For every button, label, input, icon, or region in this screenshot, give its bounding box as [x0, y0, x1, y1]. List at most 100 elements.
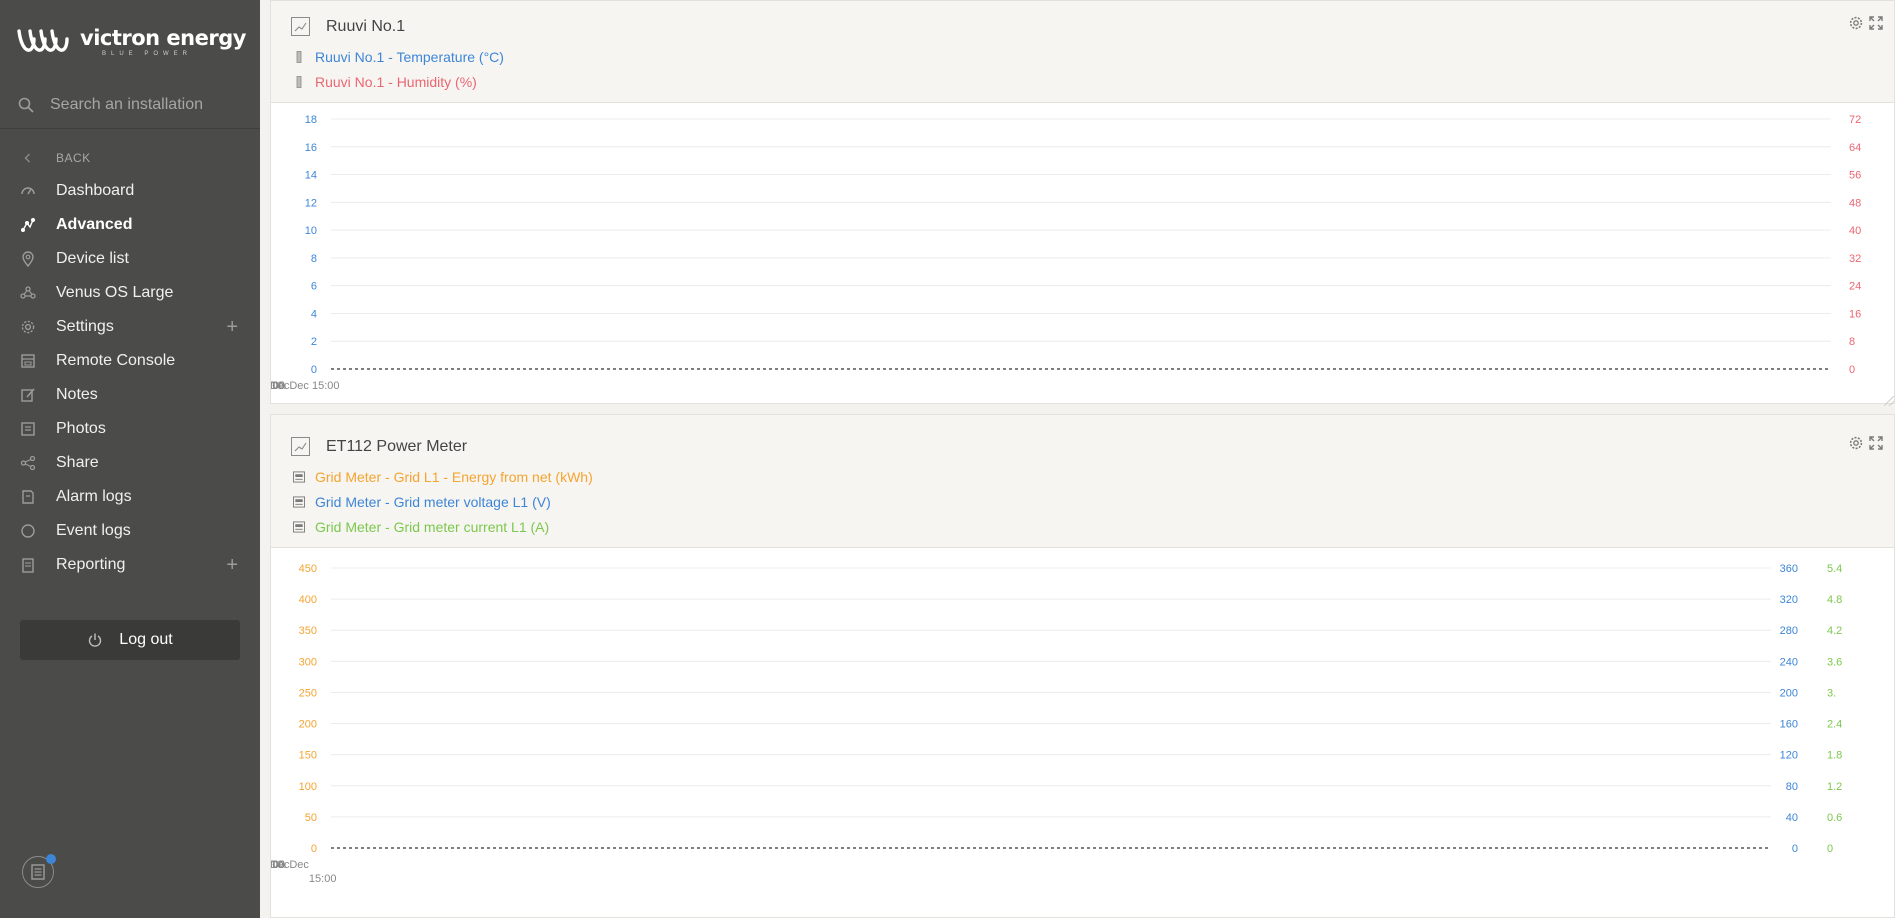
- legend-item-voltage[interactable]: Grid Meter - Grid meter voltage L1 (V): [293, 492, 551, 512]
- advanced-icon: [20, 217, 36, 233]
- y-left-tick-label: 12: [305, 197, 317, 209]
- sidebar-item-label: Settings: [56, 318, 114, 335]
- x-tick-label: 10:00: [271, 380, 285, 392]
- y-right-2-tick-label: 1.8: [1827, 750, 1842, 762]
- sidebar-item-advanced[interactable]: Advanced: [0, 208, 260, 242]
- meter-icon: [293, 496, 305, 508]
- legend-item-current[interactable]: Grid Meter - Grid meter current L1 (A): [293, 517, 549, 537]
- sidebar-item-label: Venus OS Large: [56, 284, 174, 301]
- back-link[interactable]: BACK: [0, 146, 260, 170]
- y-left-tick-label: 100: [299, 781, 317, 793]
- widget-tools: [1848, 435, 1884, 451]
- y-left-tick-label: 250: [299, 687, 317, 699]
- sidebar-item-label: Photos: [56, 420, 106, 437]
- sidebar-item-venus-os-large[interactable]: Venus OS Large: [0, 276, 260, 310]
- sidebar-item-notes[interactable]: Notes: [0, 378, 260, 412]
- y-right-tick-label: 64: [1849, 142, 1861, 154]
- y-left-tick-label: 450: [299, 563, 317, 575]
- legend-label: Grid Meter - Grid L1 - Energy from net (…: [315, 469, 593, 485]
- sidebar: victron energy BLUE POWER BACK Dashboard: [0, 0, 260, 918]
- sidebar-nav: BACK Dashboard Advanced Device list Venu…: [0, 146, 260, 582]
- logout-button[interactable]: Log out: [20, 620, 240, 660]
- brand-name: victron energy: [80, 25, 246, 50]
- y-right-2-tick-label: 4.2: [1827, 625, 1842, 637]
- y-left-tick-label: 10: [305, 225, 317, 237]
- expand-settings-plus-icon[interactable]: +: [226, 317, 238, 337]
- legend-label: Grid Meter - Grid meter voltage L1 (V): [315, 494, 551, 510]
- sidebar-item-dashboard[interactable]: Dashboard: [0, 174, 260, 208]
- y-left-tick-label: 6: [311, 281, 317, 293]
- brand-tagline: BLUE POWER: [102, 50, 193, 57]
- sidebar-item-reporting[interactable]: Reporting +: [0, 548, 260, 582]
- y-right-tick-label: 56: [1849, 170, 1861, 182]
- legend-label: Ruuvi No.1 - Humidity (%): [315, 74, 477, 90]
- y-right-tick-label: 24: [1849, 281, 1861, 293]
- gear-icon: [20, 319, 36, 335]
- sidebar-item-device-list[interactable]: Device list: [0, 242, 260, 276]
- sidebar-item-share[interactable]: Share: [0, 446, 260, 480]
- y-left-tick-label: 8: [311, 253, 317, 265]
- notifications-button[interactable]: [22, 854, 56, 888]
- y-right-tick-label: 40: [1849, 225, 1861, 237]
- y-right-1-tick-label: 320: [1780, 594, 1798, 606]
- search-icon: [18, 97, 34, 113]
- photos-icon: [20, 421, 36, 437]
- ruuvi-chart[interactable]: 02468101214161808162432404856647210. Dec…: [271, 103, 1895, 403]
- y-right-1-tick-label: 160: [1780, 719, 1798, 731]
- sidebar-item-settings[interactable]: Settings +: [0, 310, 260, 344]
- meter-icon: [293, 471, 305, 483]
- y-right-1-tick-label: 80: [1786, 781, 1798, 793]
- expand-icon[interactable]: [1868, 15, 1884, 31]
- sidebar-item-label: Event logs: [56, 522, 131, 539]
- legend-item-temperature[interactable]: Ruuvi No.1 - Temperature (°C): [293, 47, 504, 67]
- expand-icon[interactable]: [1868, 435, 1884, 451]
- gear-icon[interactable]: [1848, 15, 1864, 31]
- gear-icon[interactable]: [1848, 435, 1864, 451]
- y-right-2-tick-label: 0: [1827, 843, 1833, 855]
- victron-logo[interactable]: victron energy BLUE POWER: [16, 22, 246, 62]
- y-right-2-tick-label: 3.6: [1827, 656, 1842, 668]
- y-right-tick-label: 48: [1849, 197, 1861, 209]
- meter-icon: [293, 521, 305, 533]
- y-left-tick-label: 2: [311, 336, 317, 348]
- y-right-1-tick-label: 280: [1780, 625, 1798, 637]
- widget-title: Ruuvi No.1: [326, 18, 406, 35]
- ruuvi-widget: Ruuvi No.1 Ruuvi No.1 - Temperature (°C)…: [270, 0, 1895, 407]
- y-right-tick-label: 16: [1849, 308, 1861, 320]
- y-right-2-tick-label: 3.: [1827, 687, 1836, 699]
- y-left-tick-label: 50: [305, 812, 317, 824]
- event-icon: [20, 523, 36, 539]
- dashboard-icon: [20, 183, 36, 199]
- reporting-icon: [20, 557, 36, 573]
- y-right-2-tick-label: 5.4: [1827, 563, 1842, 575]
- y-right-1-tick-label: 360: [1780, 563, 1798, 575]
- legend-item-energy[interactable]: Grid Meter - Grid L1 - Energy from net (…: [293, 467, 593, 487]
- sidebar-item-event-logs[interactable]: Event logs: [0, 514, 260, 548]
- y-left-tick-label: 14: [305, 170, 317, 182]
- legend-label: Grid Meter - Grid meter current L1 (A): [315, 519, 550, 535]
- y-right-2-tick-label: 1.2: [1827, 781, 1842, 793]
- sidebar-item-remote-console[interactable]: Remote Console: [0, 344, 260, 378]
- sidebar-item-label: Share: [56, 454, 99, 471]
- y-right-1-tick-label: 0: [1792, 843, 1798, 855]
- sidebar-item-label: Advanced: [56, 216, 133, 233]
- expand-reporting-plus-icon[interactable]: +: [226, 555, 238, 575]
- y-left-tick-label: 4: [311, 308, 317, 320]
- sidebar-item-label: Notes: [56, 386, 98, 403]
- et112-chart[interactable]: 0 50 100 150 200 250 300 350 400 450 0 40 80 120 160 20…: [271, 548, 1895, 918]
- share-icon: [20, 455, 36, 471]
- search-input[interactable]: [50, 96, 250, 114]
- legend-item-humidity[interactable]: Ruuvi No.1 - Humidity (%): [293, 72, 477, 92]
- y-right-2-tick-label: 4.8: [1827, 594, 1842, 606]
- notes-icon: [20, 387, 36, 403]
- resize-handle-icon[interactable]: [1883, 393, 1895, 407]
- sidebar-item-label: Reporting: [56, 556, 126, 573]
- y-left-tick-label: 0: [311, 843, 317, 855]
- y-right-tick-label: 32: [1849, 253, 1861, 265]
- sidebar-item-label: Alarm logs: [56, 488, 132, 505]
- y-left-tick-label: 200: [299, 719, 317, 731]
- x-tick-label-line: 15:00: [309, 873, 337, 885]
- sidebar-item-photos[interactable]: Photos: [0, 412, 260, 446]
- legend-label: Ruuvi No.1 - Temperature (°C): [315, 49, 504, 65]
- sidebar-item-alarm-logs[interactable]: Alarm logs: [0, 480, 260, 514]
